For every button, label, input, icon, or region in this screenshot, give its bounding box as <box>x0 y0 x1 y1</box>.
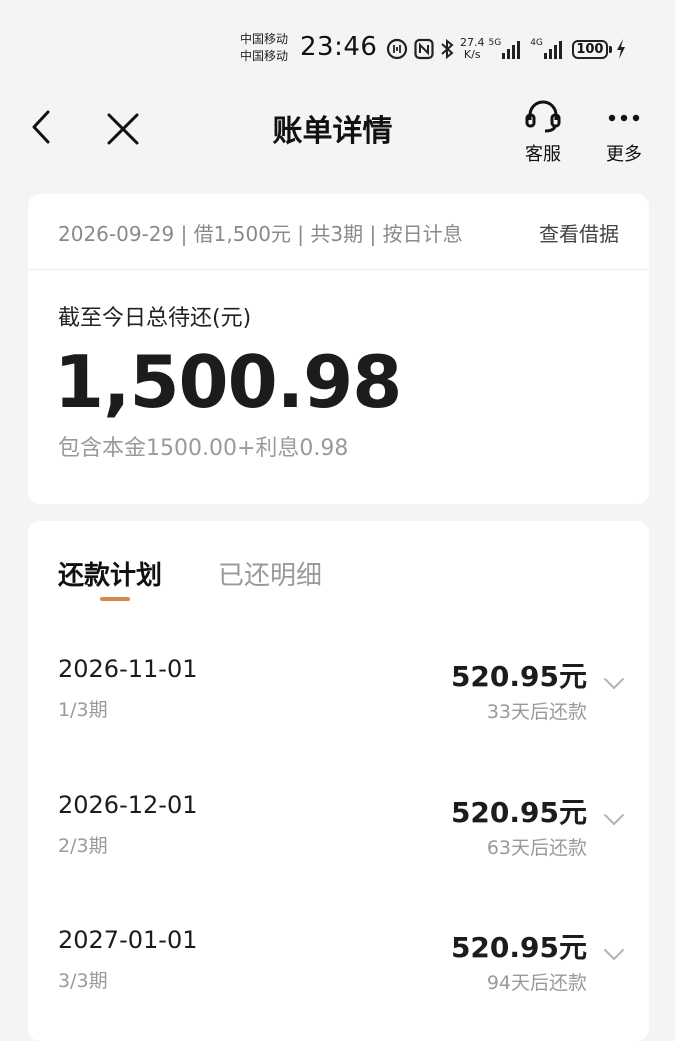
status-bar: 中国移动 中国移动 23:46 27.4 K/s 5G 4G 100 <box>0 0 675 90</box>
plan-item-amount: 520.95元 <box>450 660 587 693</box>
more-dots-icon <box>608 114 640 122</box>
chevron-left-icon <box>32 110 50 144</box>
plan-item-date: 2026-11-01 <box>58 655 198 683</box>
plan-item-due: 63天后还款 <box>486 837 587 859</box>
battery-indicator: 100 <box>571 39 612 59</box>
repayment-card: 还款计划 已还明细 2026-11-01 1/3期 520.95元 33天后还款… <box>28 521 649 1041</box>
chevron-down-icon[interactable] <box>603 677 625 691</box>
charging-icon <box>615 38 627 60</box>
network-speed: 27.4 K/s <box>460 37 485 61</box>
page-title: 账单详情 <box>272 114 393 149</box>
network-speed-unit: K/s <box>463 48 481 61</box>
bill-summary-card: 2026-09-29 | 借1,500元 | 共3期 | 按日计息 查看借据 截… <box>28 194 649 504</box>
status-time: 23:46 <box>300 32 378 62</box>
back-button[interactable] <box>26 108 58 146</box>
total-due-amount: 1,500.98 <box>54 340 402 424</box>
plan-item-period: 2/3期 <box>58 835 108 857</box>
tab-repayment-plan[interactable]: 还款计划 <box>58 555 162 592</box>
plan-item-due: 33天后还款 <box>486 701 587 723</box>
more-label: 更多 <box>606 144 642 165</box>
battery-level: 100 <box>571 39 608 59</box>
chevron-down-icon[interactable] <box>603 813 625 827</box>
carrier-1: 中国移动 <box>240 32 289 46</box>
plan-item-due: 94天后还款 <box>486 972 587 994</box>
plan-item[interactable]: 2027-01-01 3/3期 520.95元 94天后还款 <box>28 926 649 1026</box>
plan-item[interactable]: 2026-11-01 1/3期 520.95元 33天后还款 <box>28 655 649 755</box>
view-receipt-link[interactable]: 查看借据 <box>539 218 619 247</box>
headset-icon <box>525 100 561 133</box>
loan-info-row: 2026-09-29 | 借1,500元 | 共3期 | 按日计息 查看借据 <box>28 194 649 270</box>
close-button[interactable] <box>104 110 142 148</box>
carrier-2: 中国移动 <box>240 49 289 63</box>
plan-item-date: 2027-01-01 <box>58 926 198 954</box>
total-due-label: 截至今日总待还(元) <box>58 306 252 331</box>
signal-2-icon <box>543 39 566 59</box>
bluetooth-icon <box>440 38 454 60</box>
carrier-names: 中国移动 中国移动 <box>240 31 288 65</box>
plan-item-amount: 520.95元 <box>450 931 587 964</box>
plan-item[interactable]: 2026-12-01 2/3期 520.95元 63天后还款 <box>28 791 649 891</box>
plan-item-period: 1/3期 <box>58 699 108 721</box>
nfc-icon <box>414 38 434 60</box>
nav-header: 账单详情 客服 更多 <box>0 90 675 170</box>
plan-item-amount: 520.95元 <box>450 796 587 829</box>
more-button[interactable]: 更多 <box>594 98 654 166</box>
customer-service-button[interactable]: 客服 <box>513 98 573 166</box>
signal-1-label: 5G <box>488 38 502 48</box>
customer-service-label: 客服 <box>525 144 561 165</box>
battery-tip <box>608 45 612 53</box>
plan-item-date: 2026-12-01 <box>58 791 198 819</box>
amount-breakdown: 包含本金1500.00+利息0.98 <box>58 436 349 461</box>
close-icon <box>107 113 139 145</box>
tab-repaid-details[interactable]: 已还明细 <box>218 555 322 592</box>
loan-info: 2026-09-29 | 借1,500元 | 共3期 | 按日计息 <box>58 222 463 246</box>
status-icons: 27.4 K/s 5G 4G 100 <box>386 34 633 64</box>
active-tab-indicator <box>100 597 130 601</box>
chevron-down-icon[interactable] <box>603 948 625 962</box>
signal-2-label: 4G <box>530 38 543 48</box>
hd-call-icon <box>386 38 408 60</box>
plan-item-period: 3/3期 <box>58 970 108 992</box>
signal-1-icon <box>502 39 524 59</box>
